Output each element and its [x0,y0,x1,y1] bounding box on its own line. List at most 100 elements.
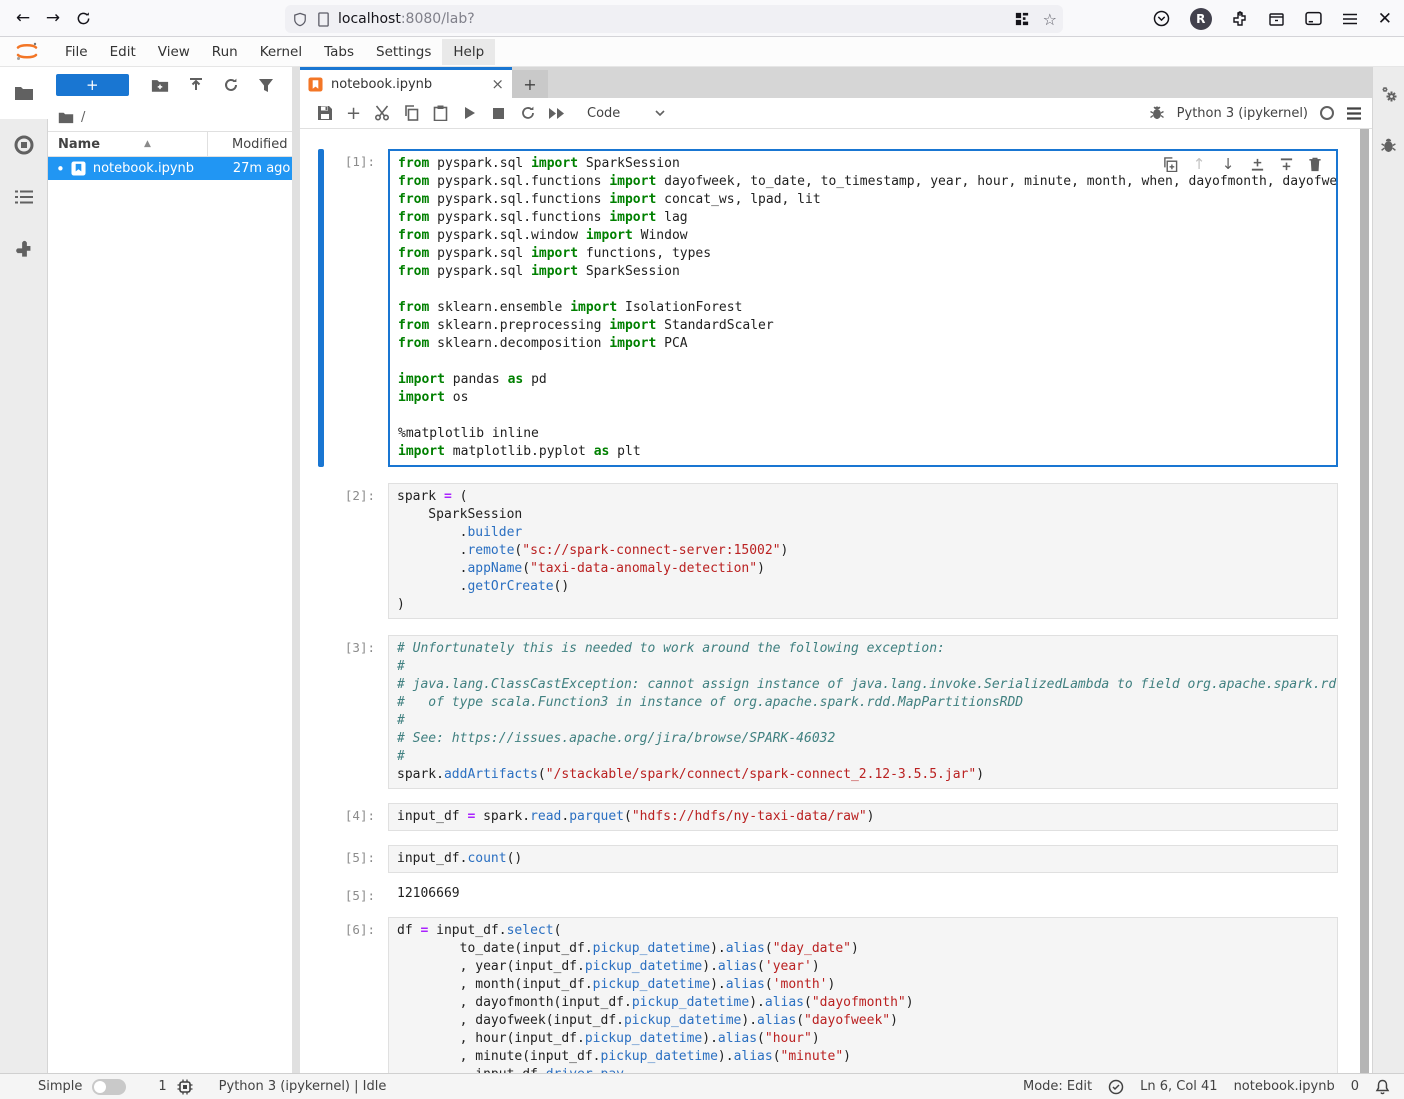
cell-editor[interactable]: spark = ( SparkSession .builder .remote(… [388,483,1338,619]
menu-tabs[interactable]: Tabs [313,39,365,65]
tab-close-icon[interactable]: × [491,75,504,93]
kernel-count[interactable]: 1 [158,1079,166,1094]
menu-file[interactable]: File [54,39,99,65]
reload-icon[interactable] [68,4,98,32]
cell-editor[interactable]: from pyspark.sql import SparkSessionfrom… [388,149,1338,467]
column-name[interactable]: Name▲ [48,132,208,156]
trust-check-icon[interactable] [1108,1079,1124,1095]
url-bar[interactable]: localhost:8080/lab? ☆ [285,5,1063,33]
grid-icon[interactable] [1015,12,1029,26]
upload-icon[interactable] [178,73,213,97]
url-text[interactable]: localhost:8080/lab? [338,11,475,27]
back-icon[interactable]: ← [8,4,38,32]
file-row-notebook[interactable]: • notebook.ipynb 27m ago [48,157,292,180]
cell-editor[interactable]: input_df.count() [388,845,1338,873]
add-cell-icon[interactable]: + [339,100,368,126]
cell-type-dropdown[interactable]: Code [583,104,669,123]
cell-editor[interactable]: df = input_df.select( to_date(input_df.p… [388,917,1338,1073]
jupyter-logo-icon [14,40,40,64]
menu-kernel[interactable]: Kernel [249,39,313,65]
save-icon[interactable] [310,100,339,126]
code-line: from pyspark.sql.functions import lag [398,209,1336,227]
file-browser-tab-folder-icon[interactable] [0,67,48,119]
menu-edit[interactable]: Edit [99,39,147,65]
new-tab-button[interactable]: + [512,70,548,98]
refresh-icon[interactable] [213,73,248,97]
menu-help[interactable]: Help [442,39,495,65]
bell-icon[interactable] [1375,1079,1390,1095]
close-icon[interactable]: ✕ [1378,9,1392,29]
duplicate-icon[interactable] [1159,155,1181,173]
menu-icon[interactable] [1342,12,1358,26]
shield-icon[interactable] [293,12,307,27]
move-down-icon[interactable]: ↓ [1217,155,1239,173]
kernel-chip-icon[interactable] [177,1079,193,1095]
code-line: , minute(input_df.pickup_datetime).alias… [397,1048,1337,1066]
output-area[interactable]: [5]:12106669 [300,883,1360,903]
cell-editor[interactable]: input_df = spark.read.parquet("hdfs://hd… [388,803,1338,831]
code-cell[interactable]: [6]:df = input_df.select( to_date(input_… [300,917,1360,1073]
breadcrumb-root[interactable]: / [81,110,85,125]
statusbar-filename[interactable]: notebook.ipynb [1234,1079,1335,1094]
delete-icon[interactable] [1304,155,1326,173]
tab-notebook[interactable]: notebook.ipynb × [300,67,512,98]
kernel-name[interactable]: Python 3 (ipykernel) [1177,106,1308,121]
code-line: # of type scala.Function3 in instance of… [397,694,1337,712]
library-icon[interactable] [1268,11,1285,27]
toolbar-menu-icon[interactable] [1346,107,1362,120]
code-cell[interactable]: [5]:input_df.count() [300,845,1360,873]
code-line: ) [397,596,1337,614]
code-cell[interactable]: [4]:input_df = spark.read.parquet("hdfs:… [300,803,1360,831]
file-list-header: Name▲ Modified [48,131,292,157]
pocket-icon[interactable] [1153,10,1170,27]
filter-icon[interactable] [249,73,284,97]
menu-settings[interactable]: Settings [365,39,442,65]
column-modified[interactable]: Modified [208,137,287,152]
menu-run[interactable]: Run [201,39,249,65]
running-sessions-icon[interactable] [0,119,48,171]
breadcrumb-folder-icon[interactable] [58,111,74,124]
cell-editor[interactable]: # Unfortunately this is needed to work a… [388,635,1338,789]
panel-splitter[interactable] [292,67,300,1073]
copy-icon[interactable] [397,100,426,126]
move-up-icon[interactable]: ↑ [1188,155,1210,173]
mode-indicator[interactable]: Mode: Edit [1023,1079,1092,1094]
code-cell[interactable]: [3]:# Unfortunately this is needed to wo… [300,635,1360,789]
code-cell[interactable]: [1]:from pyspark.sql import SparkSession… [300,149,1360,467]
code-line: import matplotlib.pyplot as plt [398,443,1336,461]
account-icon[interactable]: R [1190,8,1212,30]
kernel-idle-circle-icon[interactable] [1320,106,1334,120]
paste-icon[interactable] [426,100,455,126]
stop-icon[interactable] [484,100,513,126]
cursor-position[interactable]: Ln 6, Col 41 [1140,1079,1217,1094]
table-of-contents-icon[interactable] [0,171,48,223]
extensions-puzzle-icon[interactable] [0,223,48,275]
breadcrumb[interactable]: / [48,103,292,131]
notification-count[interactable]: 0 [1351,1079,1359,1094]
cut-icon[interactable] [368,100,397,126]
kernel-status-text[interactable]: Python 3 (ipykernel) | Idle [219,1079,387,1094]
page-icon[interactable] [317,12,330,27]
debugger-bug-icon[interactable] [1149,105,1165,121]
simple-toggle[interactable] [92,1079,126,1095]
extensions-icon[interactable] [1232,11,1248,27]
run-icon[interactable] [455,100,484,126]
forward-icon[interactable]: → [38,4,68,32]
menu-view[interactable]: View [147,39,201,65]
bookmark-star-icon[interactable]: ☆ [1043,10,1057,29]
code-line: %matplotlib inline [398,425,1336,443]
run-all-icon[interactable] [542,100,571,126]
new-folder-icon[interactable] [143,73,178,97]
insert-above-icon[interactable] [1246,155,1268,173]
dock-tab-bar: notebook.ipynb × + [300,67,1372,98]
property-inspector-gears-icon[interactable] [1380,85,1398,103]
restart-icon[interactable] [513,100,542,126]
insert-below-icon[interactable] [1275,155,1297,173]
code-line: from sklearn.decomposition import PCA [398,335,1336,353]
sidebar-icon[interactable] [1305,11,1322,26]
scrollbar-thumb[interactable] [1360,129,1369,1073]
new-launcher-button[interactable]: + [56,74,129,96]
debugger-sidebar-bug-icon[interactable] [1380,137,1397,154]
notebook-scrollbar[interactable] [1360,129,1369,1073]
code-cell[interactable]: [2]:spark = ( SparkSession .builder .rem… [300,483,1360,619]
